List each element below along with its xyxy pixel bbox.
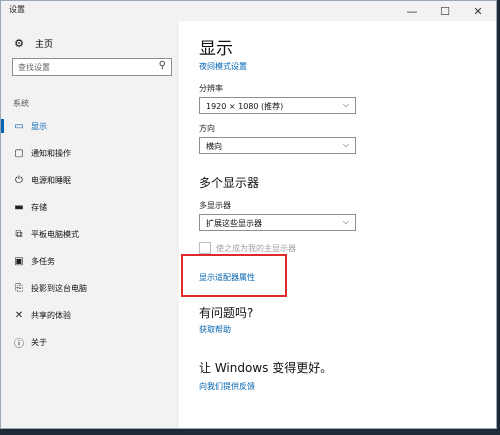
orientation-label: 方向 xyxy=(199,124,215,133)
sidebar-item-storage[interactable]: ▬ 存储 xyxy=(1,198,179,216)
info-icon: ⓘ xyxy=(14,338,24,350)
power-icon: ⏻ xyxy=(15,174,23,186)
main-content: 显示 夜间模式设置 分辨率 1920 × 1080 (推荐) ⌵ 方向 横向 ⌵… xyxy=(179,21,496,428)
main-display-checkbox-label: 使之成为我的主显示器 xyxy=(216,244,296,253)
sidebar-item-about[interactable]: ⓘ 关于 xyxy=(1,333,179,351)
sidebar-item-display[interactable]: ▭ 显示 xyxy=(1,117,179,135)
resolution-dropdown[interactable]: 1920 × 1080 (推荐) ⌵ xyxy=(199,97,356,114)
question-heading: 有问题吗? xyxy=(199,306,254,320)
chevron-down-icon: ⌵ xyxy=(342,140,349,149)
sidebar-item-label: 平板电脑模式 xyxy=(31,229,79,239)
notification-icon: ▢ xyxy=(14,147,24,159)
sidebar-item-multitask[interactable]: ▣ 多任务 xyxy=(1,252,179,270)
search-icon: ⚲ xyxy=(158,60,166,71)
maximize-button[interactable]: ☐ xyxy=(432,1,458,21)
multitask-icon: ▣ xyxy=(14,255,24,267)
sidebar-item-label: 通知和操作 xyxy=(31,148,71,158)
highlight-box xyxy=(181,254,287,297)
feedback-link[interactable]: 向我们提供反馈 xyxy=(199,381,255,392)
shared-experience-icon: ✕ xyxy=(14,309,24,321)
project-icon: ⎘ xyxy=(15,282,23,294)
chevron-down-icon: ⌵ xyxy=(342,100,349,109)
resolution-value: 1920 × 1080 (推荐) xyxy=(206,102,284,111)
gear-icon: ⚙ xyxy=(14,36,24,50)
sidebar-item-label: 电源和睡眠 xyxy=(31,175,71,185)
multi-display-heading: 多个显示器 xyxy=(199,176,260,190)
sidebar-item-label: 多任务 xyxy=(31,256,55,266)
sidebar-item-label: 存储 xyxy=(31,202,47,212)
home-nav-item[interactable]: ⚙ 主页 xyxy=(13,37,53,50)
improve-heading: 让 Windows 变得更好。 xyxy=(199,361,333,375)
settings-window: 设置 — ☐ ✕ ⚙ 主页 查找设置 ⚲ 系统 ▭ 显示 ▢ 通知和操作 ⏻ 电… xyxy=(0,0,497,429)
window-title: 设置 xyxy=(9,5,25,14)
orientation-dropdown[interactable]: 横向 ⌵ xyxy=(199,137,356,154)
multi-display-dropdown[interactable]: 扩展这些显示器 ⌵ xyxy=(199,214,356,231)
sidebar-item-tablet[interactable]: ⧉ 平板电脑模式 xyxy=(1,225,179,243)
selection-indicator xyxy=(1,119,4,133)
close-button[interactable]: ✕ xyxy=(465,1,491,21)
resolution-label: 分辨率 xyxy=(199,84,223,93)
home-label: 主页 xyxy=(35,40,54,50)
sidebar-item-project[interactable]: ⎘ 投影到这台电脑 xyxy=(1,279,179,297)
sidebar: ⚙ 主页 查找设置 ⚲ 系统 ▭ 显示 ▢ 通知和操作 ⏻ 电源和睡眠 ▬ 存储… xyxy=(1,21,179,428)
sidebar-item-shared[interactable]: ✕ 共享的体验 xyxy=(1,306,179,324)
minimize-button[interactable]: — xyxy=(399,1,425,21)
orientation-value: 横向 xyxy=(206,142,222,151)
sidebar-item-power[interactable]: ⏻ 电源和睡眠 xyxy=(1,171,179,189)
search-placeholder: 查找设置 xyxy=(18,63,50,72)
search-input[interactable]: 查找设置 ⚲ xyxy=(12,58,172,76)
title-bar: 设置 — ☐ ✕ xyxy=(1,1,496,21)
page-title: 显示 xyxy=(199,39,233,59)
sidebar-item-label: 显示 xyxy=(31,121,47,131)
sidebar-item-label: 共享的体验 xyxy=(31,310,71,320)
night-light-link[interactable]: 夜间模式设置 xyxy=(199,61,247,72)
main-display-checkbox[interactable] xyxy=(199,242,211,254)
chevron-down-icon: ⌵ xyxy=(342,217,349,226)
sidebar-item-label: 关于 xyxy=(31,337,47,347)
multi-display-value: 扩展这些显示器 xyxy=(206,219,262,228)
tablet-icon: ⧉ xyxy=(15,228,23,240)
multi-display-label: 多显示器 xyxy=(199,201,231,210)
section-label: 系统 xyxy=(13,99,29,108)
storage-icon: ▬ xyxy=(14,201,24,213)
monitor-icon: ▭ xyxy=(14,120,24,132)
sidebar-item-notifications[interactable]: ▢ 通知和操作 xyxy=(1,144,179,162)
sidebar-item-label: 投影到这台电脑 xyxy=(31,283,87,293)
get-help-link[interactable]: 获取帮助 xyxy=(199,324,231,335)
